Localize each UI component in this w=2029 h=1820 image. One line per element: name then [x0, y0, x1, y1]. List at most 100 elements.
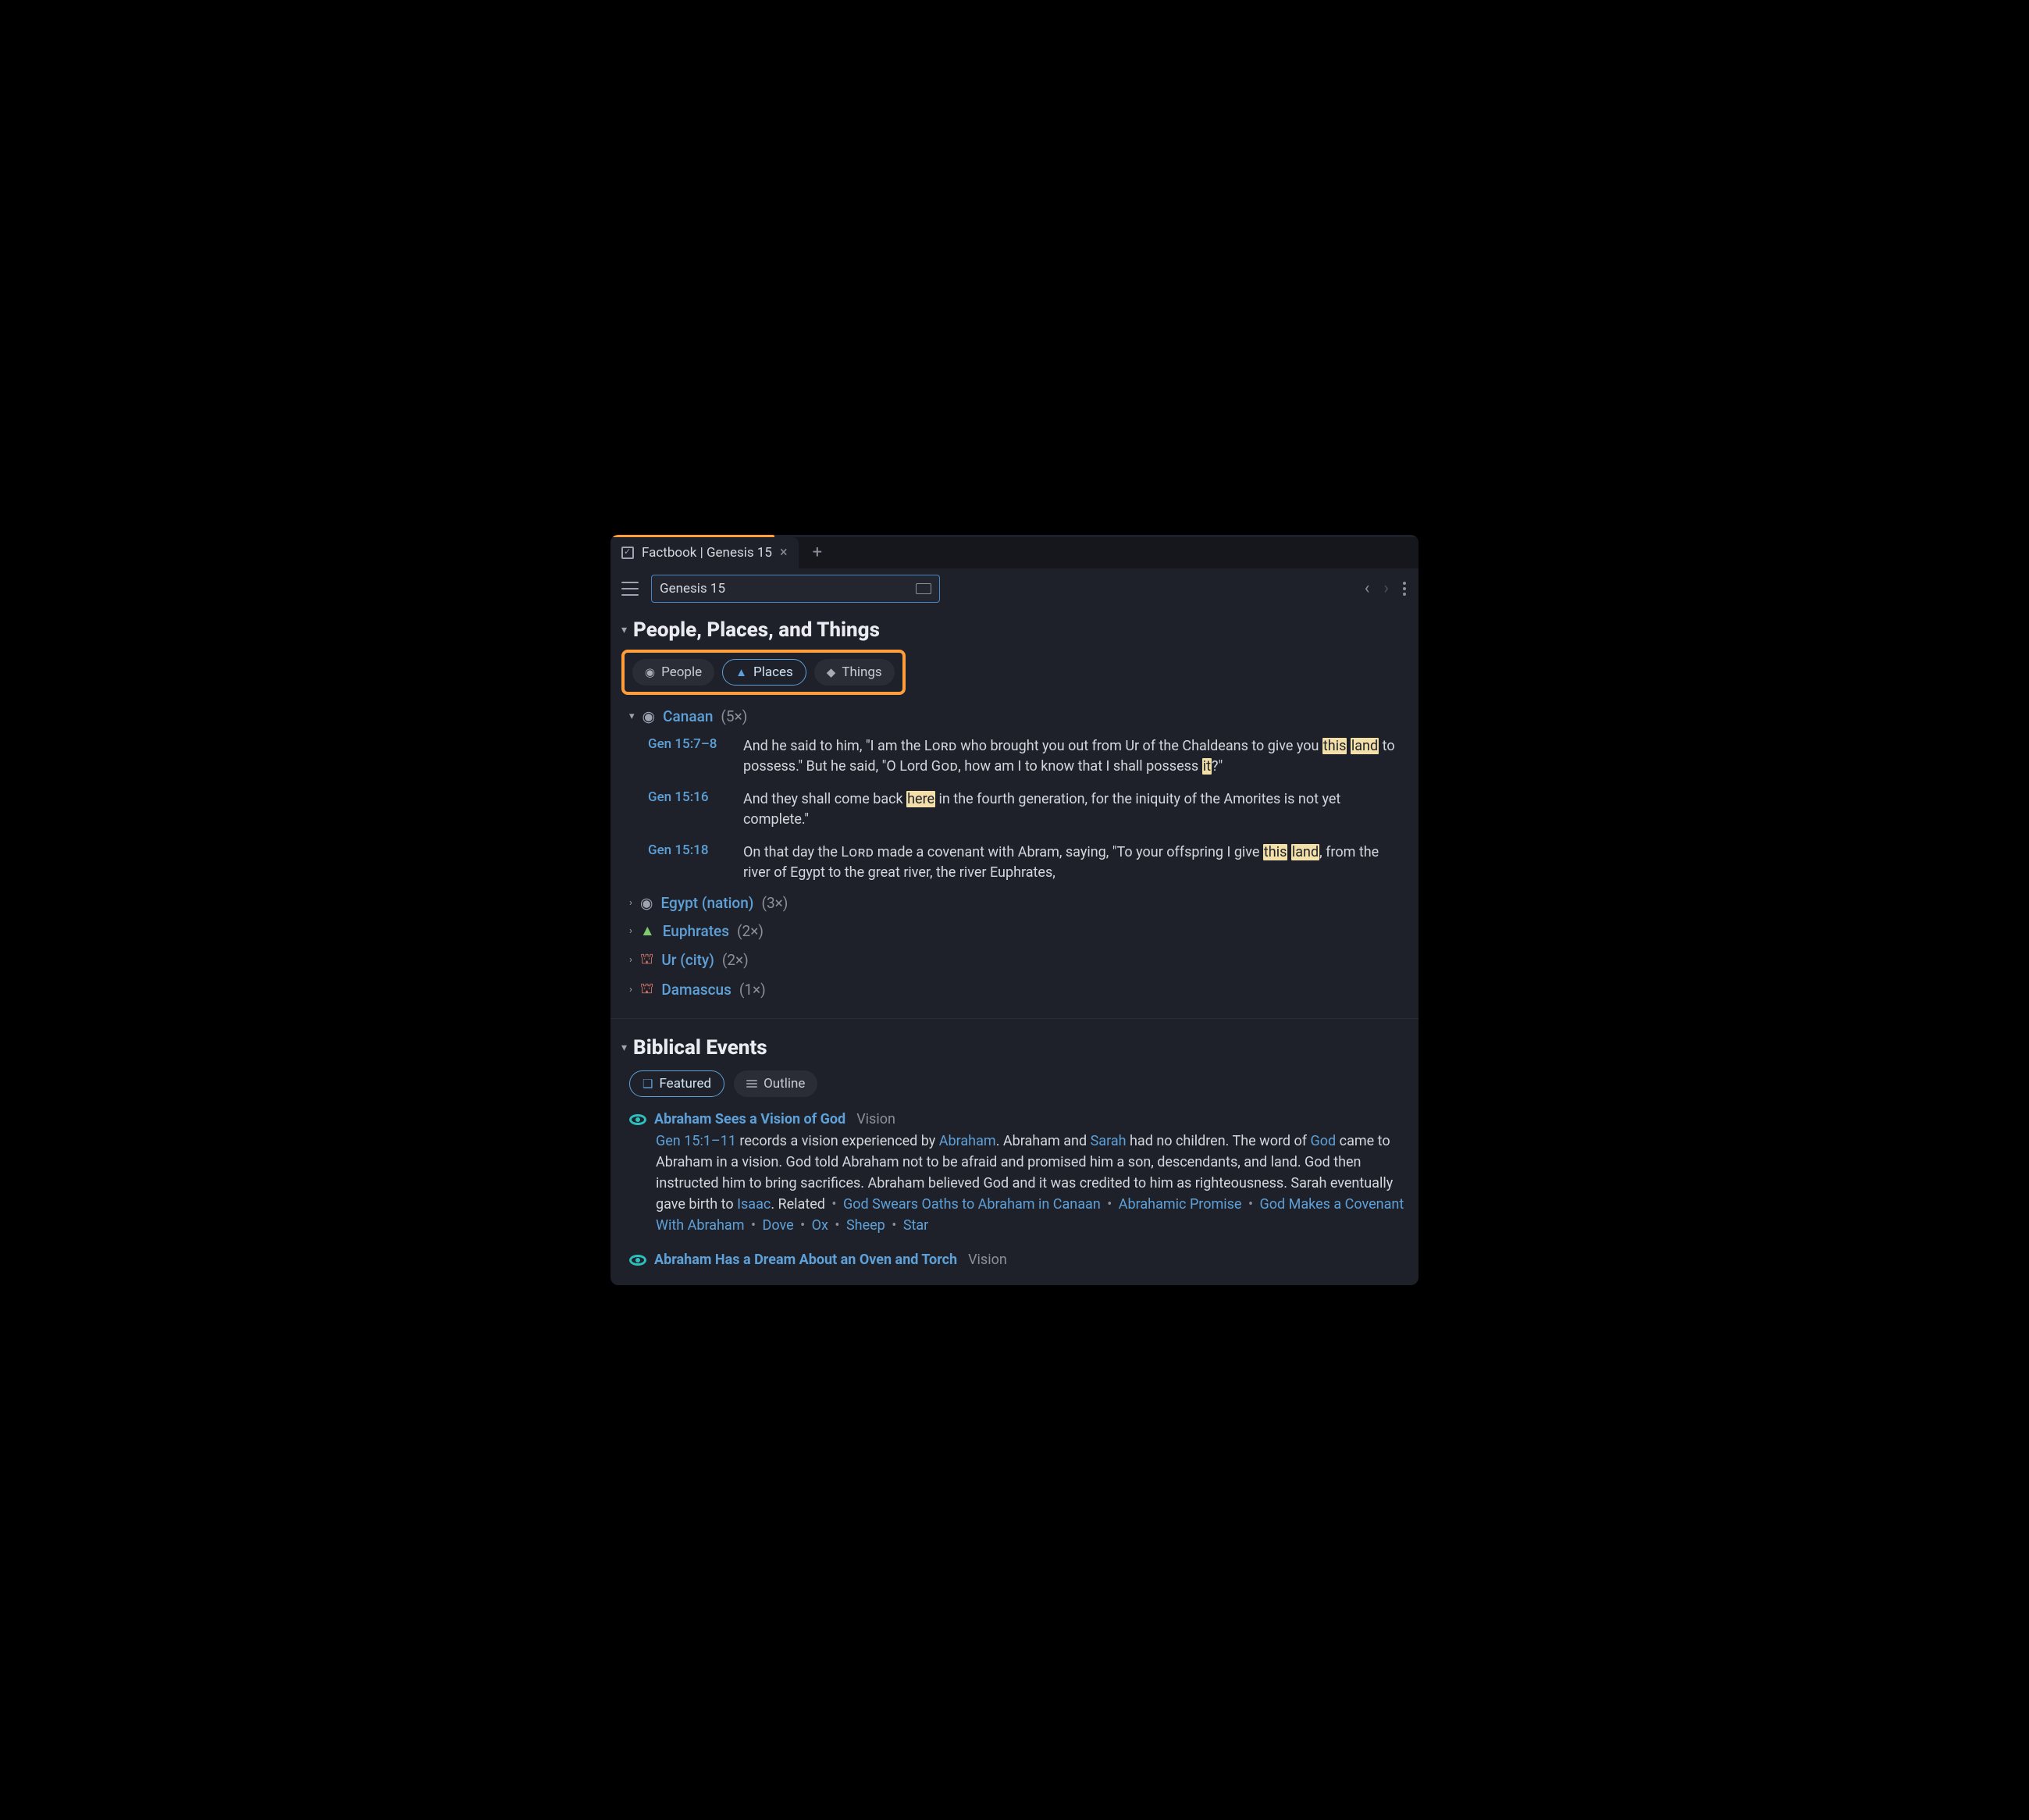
keyboard-icon[interactable]: [916, 583, 931, 594]
verse-row: Gen 15:18 On that day the Lord made a cov…: [610, 836, 1419, 889]
separator: •: [831, 1217, 843, 1234]
inline-link[interactable]: Star: [903, 1217, 928, 1234]
content-area: ▾ People, Places, and Things ◉ People ▲ …: [610, 609, 1419, 1286]
chevron-right-icon[interactable]: ›: [629, 897, 632, 909]
place-count: (1×): [739, 981, 766, 999]
castle-icon: ⛫: [640, 949, 653, 970]
filter-people[interactable]: ◉ People: [632, 659, 714, 686]
inline-link[interactable]: Ox: [812, 1217, 828, 1234]
place-link[interactable]: Damascus: [661, 981, 731, 999]
menu-icon[interactable]: [621, 582, 639, 596]
factbook-icon: [621, 547, 634, 559]
section-header-events[interactable]: ▾ Biblical Events: [610, 1030, 1419, 1067]
chip-label: Places: [753, 664, 793, 680]
castle-icon: ⛫: [640, 979, 653, 999]
inline-link[interactable]: Abrahamic Promise: [1119, 1196, 1242, 1213]
separator: •: [828, 1196, 840, 1213]
verse-ref-link[interactable]: Gen 15:18: [648, 842, 726, 883]
close-icon[interactable]: ×: [780, 544, 788, 561]
section-header-ppt[interactable]: ▾ People, Places, and Things: [610, 612, 1419, 650]
chip-label: Outline: [764, 1076, 805, 1092]
inline-link[interactable]: Abraham: [939, 1133, 996, 1149]
filter-places[interactable]: ▲ Places: [722, 659, 806, 686]
place-header[interactable]: ▾◉Canaan(5×): [610, 703, 1419, 730]
places-list: ▾◉Canaan(5×)Gen 15:7–8And he said to him…: [610, 703, 1419, 1005]
chevron-down-icon: ▾: [621, 1042, 627, 1054]
filter-featured[interactable]: ❑ Featured: [629, 1070, 724, 1097]
tab-title: Factbook | Genesis 15: [642, 545, 772, 561]
list-icon: [746, 1080, 757, 1088]
separator: •: [797, 1217, 809, 1234]
more-menu-icon[interactable]: [1403, 582, 1406, 596]
chip-label: People: [661, 664, 702, 680]
search-value: Genesis 15: [660, 581, 916, 597]
verse-row: Gen 15:16 And they shall come back here i…: [610, 783, 1419, 836]
mountain-icon: ▲: [640, 921, 655, 940]
app-window: Factbook | Genesis 15 × + Genesis 15 ‹ ›…: [610, 535, 1419, 1286]
place-link[interactable]: Ur (city): [661, 951, 714, 969]
bookmark-icon: ❑: [643, 1077, 653, 1091]
section-title: People, Places, and Things: [633, 618, 880, 642]
tab-bar: Factbook | Genesis 15 × +: [610, 537, 1419, 568]
pin-icon: ◉: [643, 707, 656, 725]
toolbar-right: ‹ ›: [1365, 579, 1411, 598]
chip-label: Things: [842, 664, 881, 680]
event-item: Abraham Sees a Vision of GodVisionGen 15…: [610, 1108, 1419, 1248]
vision-icon: [629, 1255, 646, 1266]
verse-ref-link[interactable]: Gen 15:7–8: [648, 736, 726, 777]
event-tag: Vision: [856, 1111, 895, 1127]
separator: •: [1244, 1196, 1256, 1213]
toolbar: Genesis 15 ‹ ›: [610, 568, 1419, 609]
event-header: Abraham Has a Dream About an Oven and To…: [629, 1252, 1408, 1268]
nav-back-icon[interactable]: ‹: [1365, 579, 1370, 598]
inline-link[interactable]: God: [1311, 1133, 1337, 1149]
separator: •: [888, 1217, 900, 1234]
verse-text: On that day the Lord made a covenant wit…: [743, 842, 1400, 883]
tab-factbook[interactable]: Factbook | Genesis 15 ×: [610, 537, 799, 568]
place-count: (3×): [761, 894, 788, 912]
inline-link[interactable]: Gen 15:1–11: [656, 1133, 736, 1149]
section-title: Biblical Events: [633, 1036, 767, 1060]
event-tag: Vision: [968, 1252, 1007, 1268]
events-filter-row: ❑ Featured Outline: [610, 1067, 1419, 1108]
place-header[interactable]: ›⛫Ur (city)(2×): [610, 945, 1419, 974]
chevron-down-icon[interactable]: ▾: [629, 711, 635, 722]
place-header[interactable]: › ⛫ Damascus (1×): [610, 974, 1419, 1004]
event-body: Gen 15:1–11 records a vision experienced…: [629, 1127, 1408, 1245]
verse-ref-link[interactable]: Gen 15:16: [648, 789, 726, 830]
place-link[interactable]: Canaan: [663, 707, 713, 725]
cube-icon: ◆: [827, 665, 836, 679]
chevron-right-icon[interactable]: ›: [629, 954, 632, 966]
place-header[interactable]: ›▲Euphrates(2×): [610, 917, 1419, 945]
inline-link[interactable]: God Swears Oaths to Abraham in Canaan: [843, 1196, 1101, 1213]
search-input[interactable]: Genesis 15: [651, 575, 940, 603]
place-link[interactable]: Egypt (nation): [661, 894, 754, 912]
inline-link[interactable]: Sheep: [846, 1217, 885, 1234]
verse-text: And he said to him, "I am the Lord who b…: [743, 736, 1400, 777]
verse-row: Gen 15:7–8 And he said to him, "I am the …: [610, 730, 1419, 783]
mountain-icon: ▲: [735, 665, 747, 679]
chevron-right-icon[interactable]: ›: [629, 925, 632, 937]
chevron-right-icon[interactable]: ›: [629, 984, 632, 995]
separator: •: [748, 1217, 760, 1234]
verse-text: And they shall come back here in the fou…: [743, 789, 1400, 830]
event-item: Abraham Has a Dream About an Oven and To…: [610, 1248, 1419, 1271]
place-link[interactable]: Euphrates: [663, 922, 729, 940]
chip-label: Featured: [659, 1076, 711, 1092]
filter-outline[interactable]: Outline: [734, 1070, 817, 1097]
place-header[interactable]: › ◉ Egypt (nation) (3×): [610, 889, 1419, 917]
event-title-link[interactable]: Abraham Has a Dream About an Oven and To…: [654, 1252, 957, 1268]
event-title-link[interactable]: Abraham Sees a Vision of God: [654, 1111, 845, 1127]
inline-link[interactable]: Dove: [763, 1217, 794, 1234]
person-icon: ◉: [645, 665, 655, 679]
inline-link[interactable]: Sarah: [1091, 1133, 1127, 1149]
new-tab-button[interactable]: +: [799, 543, 836, 562]
pin-icon: ◉: [640, 894, 653, 912]
chevron-down-icon: ▾: [621, 624, 627, 636]
inline-link[interactable]: Isaac: [737, 1196, 771, 1213]
events-list: Abraham Sees a Vision of GodVisionGen 15…: [610, 1108, 1419, 1271]
nav-forward-icon[interactable]: ›: [1383, 579, 1389, 598]
filter-highlight: ◉ People ▲ Places ◆ Things: [621, 650, 1408, 695]
ppt-filter-row: ◉ People ▲ Places ◆ Things: [621, 650, 906, 695]
filter-things[interactable]: ◆ Things: [814, 659, 895, 686]
